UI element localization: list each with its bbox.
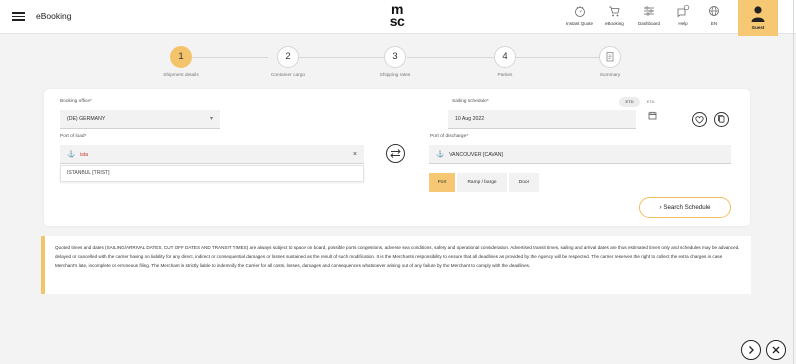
port-of-load-value: ista	[80, 152, 89, 158]
cart-icon	[609, 6, 620, 17]
etd-toggle[interactable]: ETD	[619, 97, 640, 107]
search-schedule-label: Search Schedule	[663, 204, 711, 211]
anchor-icon: ⚓	[436, 151, 445, 158]
booking-office-value: (DE) GERMANY	[67, 116, 106, 122]
sailing-schedule-label: Sailing schedule*	[452, 99, 489, 104]
step-parties[interactable]: 4 Parties	[465, 46, 545, 78]
heart-icon	[695, 116, 704, 124]
disclaimer-text: Quoted times and dates (SAILING/ARRIVAL …	[55, 245, 740, 268]
globe-icon	[709, 6, 719, 16]
step-label: Container cargo	[270, 73, 306, 78]
nav-label: eBooking	[605, 21, 624, 26]
step-label: Shipping rates	[379, 73, 411, 78]
step-container-cargo[interactable]: 2 Container cargo	[248, 46, 328, 78]
clear-icon[interactable]: ×	[353, 145, 357, 164]
nav-instant-quote[interactable]: Instant Quote	[566, 4, 593, 26]
step-number: 1	[170, 46, 192, 68]
port-of-load-label: Port of load*	[60, 134, 87, 139]
sliders-icon	[644, 6, 654, 16]
close-button[interactable]	[766, 340, 786, 360]
mode-port-button[interactable]: Port	[429, 173, 455, 192]
step-number	[599, 46, 621, 68]
nav-label: Help	[678, 21, 688, 26]
app-title: eBooking	[36, 11, 72, 21]
swap-arrows-icon	[390, 149, 401, 158]
mode-door-button[interactable]: Door	[509, 173, 539, 192]
nav-language[interactable]: EN	[707, 4, 721, 26]
chat-help-icon	[677, 4, 690, 18]
anchor-icon: ⚓	[67, 151, 76, 158]
top-header: eBooking m sc Instant Quote eBooking Das…	[0, 0, 796, 36]
user-icon	[751, 6, 765, 22]
port-of-load-input[interactable]: ⚓ ista ×	[60, 145, 364, 164]
instant-quote-icon	[574, 6, 585, 17]
port-of-discharge-value: VANCOUVER [CAVAN]	[449, 152, 503, 158]
step-number: 4	[494, 46, 516, 68]
step-number: 3	[384, 46, 406, 68]
close-icon	[772, 346, 780, 354]
step-shipping-rates[interactable]: 3 Shipping rates	[355, 46, 435, 78]
copy-button[interactable]	[714, 112, 729, 127]
msc-logo[interactable]: m sc	[384, 2, 410, 31]
step-number: 2	[277, 46, 299, 68]
guest-label: Guest	[751, 25, 765, 30]
window-edge-divider	[793, 0, 794, 364]
step-label: Shipment details	[163, 73, 199, 78]
nav-label: EN	[710, 21, 718, 26]
step-label: Summary	[599, 73, 621, 78]
sailing-date-input[interactable]: 10 Aug 2022	[448, 110, 636, 129]
sailing-date-value: 10 Aug 2022	[455, 116, 485, 122]
port-of-discharge-label: Port of discharge*	[430, 134, 469, 139]
search-schedule-button[interactable]: › Search Schedule	[639, 197, 731, 218]
chevron-right-icon	[749, 346, 754, 354]
favorite-button[interactable]	[692, 112, 707, 127]
booking-office-label: Booking office*	[60, 99, 92, 104]
step-shipment-details[interactable]: 1 Shipment details	[141, 46, 221, 78]
nav-label: Dashboard	[638, 21, 661, 26]
chevron-right-icon: ›	[659, 204, 662, 211]
document-icon	[606, 52, 614, 62]
logo-text-bottom: sc	[389, 13, 405, 29]
nav-label: Instant Quote	[566, 21, 594, 26]
nav-help[interactable]: Help	[676, 4, 690, 26]
mode-ramp-barge-button[interactable]: Ramp / barge	[457, 173, 507, 192]
booking-office-select[interactable]: (DE) GERMANY ▾	[60, 110, 220, 129]
step-label: Parties	[497, 73, 513, 78]
nav-ebooking[interactable]: eBooking	[605, 4, 624, 26]
copy-icon	[718, 115, 725, 123]
menu-icon[interactable]	[12, 12, 25, 21]
booking-stepper: 1 Shipment details 2 Container cargo 3 S…	[0, 46, 796, 86]
port-suggestion-option[interactable]: ISTANBUL [TRIST]	[60, 165, 364, 182]
swap-ports-button[interactable]	[386, 144, 405, 163]
eta-toggle[interactable]: ETA	[640, 97, 661, 107]
shipment-details-form: Booking office* (DE) GERMANY ▾ Port of l…	[44, 89, 750, 226]
port-of-discharge-input[interactable]: ⚓ VANCOUVER [CAVAN]	[429, 145, 731, 164]
next-button[interactable]	[741, 340, 761, 360]
nav-dashboard[interactable]: Dashboard	[638, 4, 660, 26]
guest-account-button[interactable]: Guest	[738, 0, 778, 36]
calendar-icon[interactable]	[644, 111, 660, 127]
schedule-disclaimer: Quoted times and dates (SAILING/ARRIVAL …	[41, 236, 751, 294]
chevron-down-icon: ▾	[209, 116, 213, 122]
step-summary[interactable]: Summary	[570, 46, 650, 78]
